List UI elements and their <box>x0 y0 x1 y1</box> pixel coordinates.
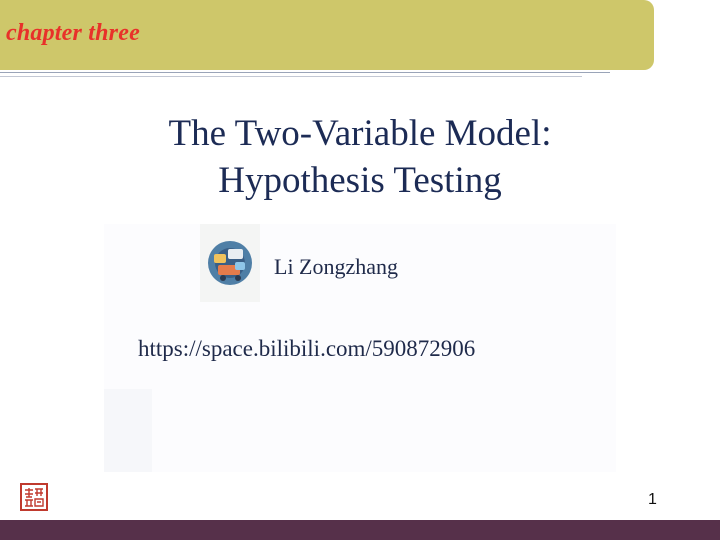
avatar <box>200 224 260 302</box>
page-number: 1 <box>648 491 657 508</box>
seal-stamp-icon <box>20 483 48 511</box>
header-divider-secondary <box>0 76 582 77</box>
slide-title-line-2: Hypothesis Testing <box>218 160 502 201</box>
chapter-label: chapter three <box>6 20 140 46</box>
footer-bar <box>0 520 720 540</box>
header-divider <box>0 72 610 73</box>
author-name: Li Zongzhang <box>274 254 399 279</box>
source-url[interactable]: https://space.bilibili.com/590872906 <box>138 336 475 362</box>
slide-title-line-1: The Two-Variable Model: <box>168 113 552 154</box>
panel-shade <box>104 389 152 472</box>
slide-title: The Two-Variable Model: Hypothesis Testi… <box>0 110 720 204</box>
header-bar: chapter three <box>0 0 654 70</box>
avatar-illustration-icon <box>208 241 252 285</box>
